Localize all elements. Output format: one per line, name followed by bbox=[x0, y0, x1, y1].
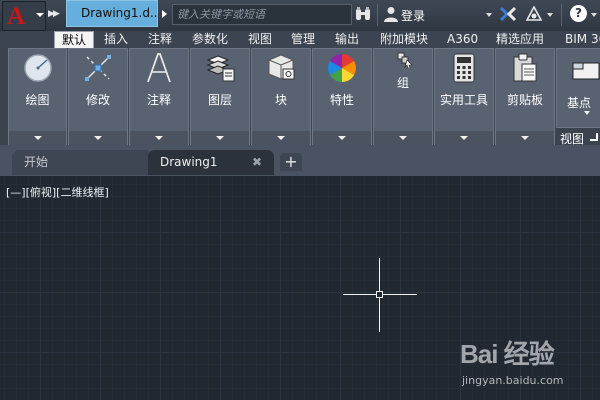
tab-output[interactable]: 输出 bbox=[335, 31, 359, 48]
chevron-down-icon bbox=[33, 136, 42, 140]
new-tab-button[interactable]: + bbox=[280, 153, 302, 171]
panel-annotation[interactable]: 注释 bbox=[129, 48, 189, 146]
exchange-icon[interactable] bbox=[499, 6, 517, 22]
chevron-down-icon bbox=[460, 136, 468, 140]
panel-block[interactable]: 块 bbox=[251, 48, 311, 146]
panel-annotation-expand[interactable] bbox=[130, 131, 188, 146]
quick-access-overflow-icon[interactable]: ▶▶ bbox=[48, 9, 60, 19]
base-point-icon bbox=[572, 62, 600, 80]
draw-circle-icon bbox=[23, 54, 52, 82]
calculator-icon bbox=[453, 53, 475, 83]
panel-group-label: 组 bbox=[396, 76, 409, 90]
panel-draw-expand[interactable] bbox=[9, 131, 66, 146]
expand-arrow-icon[interactable] bbox=[162, 10, 167, 18]
block-icon bbox=[268, 54, 295, 80]
panel-clipboard-label: 剪贴板 bbox=[506, 93, 543, 107]
panel-draw[interactable]: 绘图 bbox=[8, 48, 67, 146]
chevron-down-icon bbox=[338, 136, 346, 140]
chevron-down-icon bbox=[36, 13, 44, 17]
ribbon-tab-bar: 默认 插入 注释 参数化 视图 管理 输出 附加模块 A360 精选应用 BIM… bbox=[0, 31, 600, 48]
crosshair-cursor bbox=[343, 258, 417, 332]
group-icon bbox=[397, 52, 413, 68]
tab-home[interactable]: 默认 bbox=[54, 31, 94, 48]
tab-drawing1[interactable]: Drawing1 ✖ bbox=[148, 150, 274, 175]
tab-manage[interactable]: 管理 bbox=[291, 31, 315, 48]
panel-properties-label: 特性 bbox=[329, 93, 354, 107]
tab-start[interactable]: 开始 bbox=[12, 150, 152, 175]
panel-draw-label: 绘图 bbox=[25, 93, 50, 107]
binoculars-icon[interactable] bbox=[355, 6, 371, 22]
panel-block-label: 块 bbox=[274, 93, 287, 107]
panel-clipboard[interactable]: 剪贴板 bbox=[495, 48, 555, 146]
panel-block-expand[interactable] bbox=[252, 131, 310, 146]
tab-view[interactable]: 视图 bbox=[248, 31, 272, 48]
tab-parametric[interactable]: 参数化 bbox=[192, 31, 228, 48]
separator bbox=[377, 4, 378, 26]
chevron-down-icon bbox=[277, 136, 285, 140]
tab-add-ins[interactable]: 附加模块 bbox=[380, 31, 428, 48]
panel-properties[interactable]: 特性 bbox=[312, 48, 372, 146]
close-icon[interactable]: ✖ bbox=[252, 150, 262, 174]
panel-group-expand[interactable] bbox=[374, 131, 432, 146]
baidu-watermark: Bai 经验 jingyan.baidu.com bbox=[460, 334, 596, 398]
separator bbox=[561, 4, 562, 26]
chevron-down-icon bbox=[521, 136, 529, 140]
application-menu-button[interactable]: A bbox=[2, 1, 46, 31]
viewport-controls[interactable]: [—][俯视][二维线框] bbox=[6, 184, 109, 200]
help-dropdown-icon[interactable] bbox=[591, 13, 597, 17]
tab-start-label: 开始 bbox=[24, 155, 49, 169]
panel-properties-expand[interactable] bbox=[313, 131, 371, 146]
a360-dropdown-icon[interactable] bbox=[547, 13, 553, 17]
document-tab-bar: 开始 Drawing1 ✖ + bbox=[0, 145, 600, 176]
autocad-logo-icon: A bbox=[7, 3, 26, 30]
search-input[interactable]: 键入关键字或短语 bbox=[172, 4, 352, 25]
tab-featured-apps[interactable]: 精选应用 bbox=[496, 31, 544, 48]
panel-layers-expand[interactable] bbox=[191, 131, 249, 146]
panel-utilities-label: 实用工具 bbox=[439, 93, 488, 107]
panel-view-launcher-icon[interactable] bbox=[590, 133, 598, 141]
panel-layers-label: 图层 bbox=[207, 93, 232, 107]
clipboard-icon bbox=[513, 53, 537, 82]
tab-bim360[interactable]: BIM 36 bbox=[565, 31, 600, 48]
chevron-down-icon[interactable] bbox=[584, 111, 590, 115]
panel-clipboard-expand[interactable] bbox=[496, 131, 554, 146]
panel-view[interactable]: 基点 bbox=[556, 48, 600, 128]
panel-modify[interactable]: 修改 bbox=[68, 48, 128, 146]
panel-modify-label: 修改 bbox=[85, 93, 110, 107]
modify-icon bbox=[85, 55, 111, 81]
chevron-down-icon bbox=[155, 136, 163, 140]
annotation-text-icon bbox=[147, 53, 171, 83]
panel-modify-expand[interactable] bbox=[69, 131, 127, 146]
pickbox bbox=[376, 291, 383, 298]
chevron-down-icon bbox=[399, 136, 407, 140]
a360-icon[interactable] bbox=[526, 6, 542, 22]
layers-icon bbox=[206, 55, 235, 82]
ribbon-panel-area: 绘图 修改 注释 图层 块 特性 组 实用工具 剪贴板 基点 bbox=[0, 48, 600, 146]
panel-utilities[interactable]: 实用工具 bbox=[434, 48, 494, 146]
panel-layers[interactable]: 图层 bbox=[190, 48, 250, 146]
help-icon[interactable]: ? bbox=[570, 5, 587, 22]
panel-annotation-label: 注释 bbox=[146, 93, 171, 107]
panel-base-point-label: 基点 bbox=[567, 96, 592, 110]
title-bar: A ▶▶ Drawing1.d... 键入关键字或短语 登录 ? bbox=[0, 0, 600, 31]
panel-utilities-expand[interactable] bbox=[435, 131, 493, 146]
document-title: Drawing1.d... bbox=[66, 0, 158, 27]
panel-group[interactable]: 组 bbox=[373, 48, 433, 146]
chevron-down-icon bbox=[216, 136, 224, 140]
watermark-brand: Bai 经验 bbox=[460, 339, 555, 369]
tab-insert[interactable]: 插入 bbox=[104, 31, 128, 48]
tab-annotate[interactable]: 注释 bbox=[148, 31, 172, 48]
watermark-url: jingyan.baidu.com bbox=[462, 374, 564, 387]
properties-color-wheel-icon bbox=[328, 54, 356, 82]
login-dropdown-icon[interactable] bbox=[486, 13, 492, 17]
tab-a360[interactable]: A360 bbox=[447, 31, 478, 48]
user-icon[interactable] bbox=[384, 6, 398, 22]
tab-drawing1-label: Drawing1 bbox=[160, 155, 218, 169]
chevron-down-icon bbox=[94, 136, 102, 140]
login-button[interactable]: 登录 bbox=[401, 7, 425, 24]
